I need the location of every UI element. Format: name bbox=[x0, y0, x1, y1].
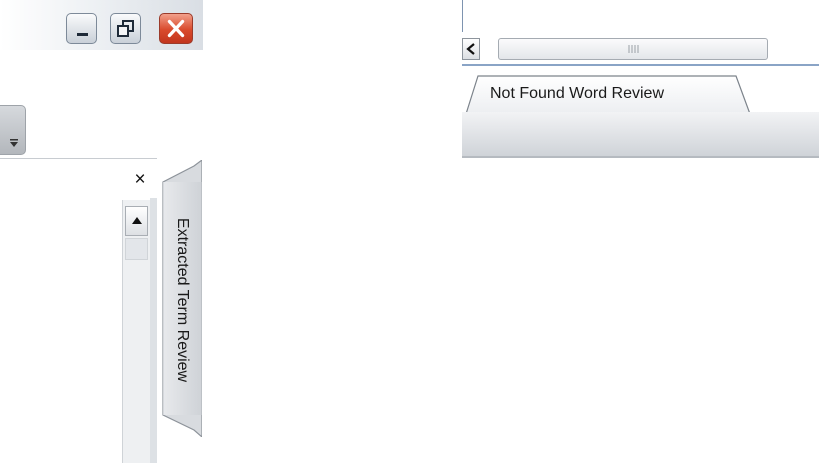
chevron-down-icon bbox=[10, 139, 18, 147]
panel-content bbox=[0, 198, 122, 463]
horizontal-scrollbar[interactable] bbox=[462, 32, 819, 66]
chevron-left-icon bbox=[466, 43, 475, 55]
close-icon bbox=[167, 19, 185, 38]
scroll-up-button[interactable] bbox=[125, 206, 148, 236]
restore-icon bbox=[117, 20, 134, 37]
scroll-left-button[interactable] bbox=[462, 38, 480, 60]
pane-divider bbox=[462, 0, 463, 32]
scrollbar-edge bbox=[150, 198, 157, 463]
arrow-up-icon bbox=[132, 217, 142, 224]
left-window-fragment: × Extracted Term Review bbox=[0, 0, 203, 463]
tab-not-found-word-review[interactable]: Not Found Word Review bbox=[462, 74, 762, 114]
tab-label: Not Found Word Review bbox=[490, 85, 664, 102]
side-tab-label: Extracted Term Review bbox=[174, 217, 191, 383]
panel-header-area bbox=[0, 50, 203, 158]
minimize-icon bbox=[77, 33, 88, 36]
vertical-scrollbar[interactable] bbox=[122, 200, 150, 463]
bottom-tab-strip: Not Found Word Review bbox=[462, 66, 819, 118]
side-tab-extracted-term-review[interactable]: Extracted Term Review bbox=[160, 160, 202, 437]
panel-overflow-button[interactable] bbox=[0, 105, 26, 155]
close-window-button[interactable] bbox=[159, 13, 193, 44]
restore-button[interactable] bbox=[110, 13, 141, 44]
grip-icon bbox=[628, 45, 639, 53]
vertical-scroll-thumb[interactable] bbox=[125, 238, 148, 260]
right-window-fragment: Not Found Word Review bbox=[462, 0, 819, 160]
minimize-button[interactable] bbox=[66, 13, 97, 44]
title-bar bbox=[0, 0, 203, 50]
horizontal-scroll-thumb[interactable] bbox=[498, 38, 768, 60]
panel-close-button[interactable]: × bbox=[130, 170, 150, 190]
status-bar bbox=[462, 112, 819, 158]
